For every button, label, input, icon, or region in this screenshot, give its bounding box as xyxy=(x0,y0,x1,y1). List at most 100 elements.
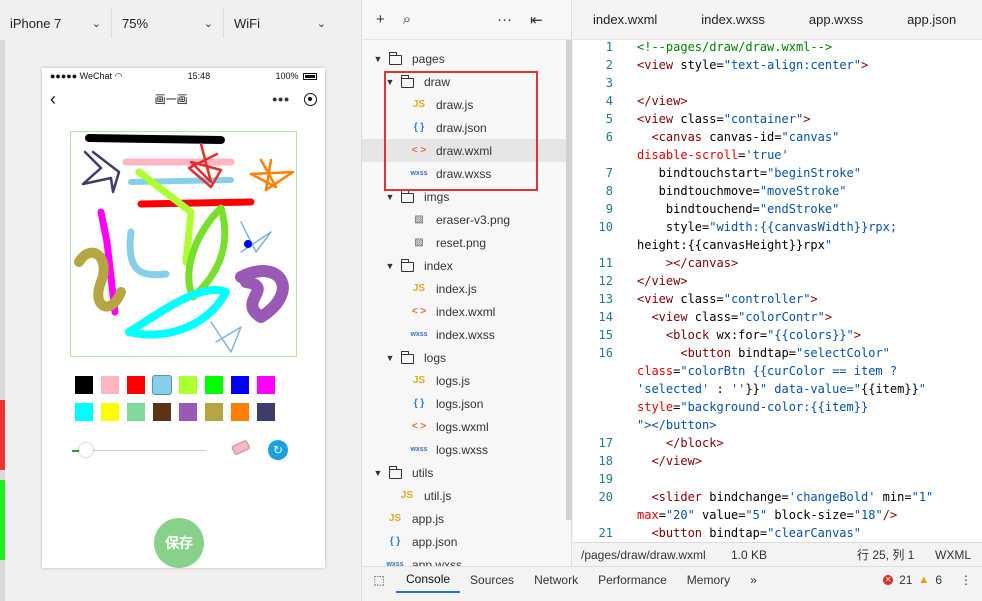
line-number: 18 xyxy=(598,454,613,468)
code-line[interactable]: 6 <canvas canvas-id="canvas" xyxy=(573,128,982,146)
stroke-width-slider-row: ↻ xyxy=(70,440,295,460)
code-line[interactable]: 15 <block wx:for="{{colors}}"> xyxy=(573,326,982,344)
tree-file[interactable]: ▨ reset.png xyxy=(362,231,570,254)
slider-knob[interactable] xyxy=(79,443,93,457)
code-line[interactable]: class="colorBtn {{curColor == item ? xyxy=(573,362,982,380)
code-line[interactable]: 2 <view style="text-align:center"> xyxy=(573,56,982,74)
eraser-icon[interactable] xyxy=(230,440,252,456)
tree-folder[interactable]: ▼ logs xyxy=(362,346,570,369)
chevron-down-icon[interactable]: ▼ xyxy=(384,261,396,271)
code-line[interactable]: 5 <view class="container"> xyxy=(573,110,982,128)
devtools-tab[interactable]: Memory xyxy=(677,567,740,593)
code-line[interactable]: 3 xyxy=(573,74,982,92)
code-line[interactable]: 11 ></canvas> xyxy=(573,254,982,272)
tree-file[interactable]: < > logs.wxml xyxy=(362,415,570,438)
issue-counts[interactable]: ✕ 21 ▲ 6 ⋮ xyxy=(883,573,982,587)
code-line[interactable]: height:{{canvasHeight}}rpx" xyxy=(573,236,982,254)
explorer-scrollbar[interactable] xyxy=(566,40,572,520)
status-cursor-position[interactable]: 行 25, 列 1 xyxy=(857,546,935,563)
tree-file[interactable]: { } logs.json xyxy=(362,392,570,415)
devtools-tab[interactable]: Network xyxy=(524,567,588,593)
code-line[interactable]: 21 <button bindtap="clearCanvas" xyxy=(573,524,982,542)
tree-file[interactable]: JS index.js xyxy=(362,277,570,300)
tree-file[interactable]: wxss index.wxss xyxy=(362,323,570,346)
code-line[interactable]: 7 bindtouchstart="beginStroke" xyxy=(573,164,982,182)
color-swatch[interactable] xyxy=(231,376,249,394)
code-line[interactable]: "></button> xyxy=(573,416,982,434)
device-select[interactable]: iPhone 7 ⌄ xyxy=(0,8,112,38)
search-icon[interactable]: ⌕ xyxy=(403,11,411,28)
tree-folder[interactable]: ▼ pages xyxy=(362,47,570,70)
inspect-element-icon[interactable]: ⬚ xyxy=(362,567,396,593)
back-arrow-icon[interactable]: ‹ xyxy=(50,89,70,110)
more-options-icon[interactable]: ··· xyxy=(497,11,512,28)
color-swatch[interactable] xyxy=(101,376,119,394)
code-line[interactable]: max="20" value="5" block-size="18"/> xyxy=(573,506,982,524)
chevron-down-icon[interactable]: ▼ xyxy=(372,468,384,478)
status-language[interactable]: WXML xyxy=(935,548,971,562)
tree-file[interactable]: { } app.json xyxy=(362,530,570,553)
code-line[interactable]: 9 bindtouchend="endStroke" xyxy=(573,200,982,218)
code-line[interactable]: 20 <slider bindchange='changeBold' min="… xyxy=(573,488,982,506)
code-line[interactable]: 16 <button bindtap="selectColor" xyxy=(573,344,982,362)
editor-tab[interactable]: index.wxss xyxy=(679,0,787,39)
code-line[interactable]: 'selected' : ''}}" data-value="{{item}}" xyxy=(573,380,982,398)
code-line[interactable]: disable-scroll='true' xyxy=(573,146,982,164)
code-line[interactable]: 4 </view> xyxy=(573,92,982,110)
color-swatch[interactable] xyxy=(205,376,223,394)
code-line[interactable]: 12 </view> xyxy=(573,272,982,290)
chevron-down-icon[interactable]: ▼ xyxy=(384,192,396,202)
tree-file[interactable]: < > index.wxml xyxy=(362,300,570,323)
drawing-canvas[interactable] xyxy=(70,131,297,357)
add-file-icon[interactable]: + xyxy=(376,11,385,28)
color-swatch[interactable] xyxy=(153,403,171,421)
zoom-select[interactable]: 75% ⌄ xyxy=(112,8,224,38)
more-tabs-chevron[interactable]: » xyxy=(740,567,767,593)
color-swatch[interactable] xyxy=(127,403,145,421)
tree-file[interactable]: wxss logs.wxss xyxy=(362,438,570,461)
code-line[interactable]: 14 <view class="colorContr"> xyxy=(573,308,982,326)
color-swatch[interactable] xyxy=(152,375,172,395)
tree-file[interactable]: JS logs.js xyxy=(362,369,570,392)
chevron-down-icon[interactable]: ▼ xyxy=(372,54,384,64)
color-swatch[interactable] xyxy=(257,376,275,394)
chevron-down-icon[interactable]: ▼ xyxy=(384,353,396,363)
color-swatch[interactable] xyxy=(75,376,93,394)
code-line[interactable]: 18 </view> xyxy=(573,452,982,470)
editor-tab[interactable]: index.wxml xyxy=(573,0,679,39)
editor-tab[interactable]: app.wxss xyxy=(787,0,885,39)
color-swatch[interactable] xyxy=(101,403,119,421)
code-area[interactable]: 1 <!--pages/draw/draw.wxml--> 2 <view style… xyxy=(573,38,982,542)
devtools-tab[interactable]: Performance xyxy=(588,567,677,593)
status-file-size: 1.0 KB xyxy=(731,547,768,562)
color-swatch[interactable] xyxy=(257,403,275,421)
tree-file[interactable]: ▨ eraser-v3.png xyxy=(362,208,570,231)
network-select[interactable]: WiFi ⌄ xyxy=(224,8,336,38)
color-swatch[interactable] xyxy=(75,403,93,421)
tree-folder[interactable]: ▼ utils xyxy=(362,461,570,484)
code-line[interactable]: 1 <!--pages/draw/draw.wxml--> xyxy=(573,38,982,56)
code-line[interactable]: 17 </block> xyxy=(573,434,982,452)
devtools-tab[interactable]: Console xyxy=(396,567,461,593)
color-swatch[interactable] xyxy=(179,403,197,421)
tree-file[interactable]: JS util.js xyxy=(362,484,570,507)
code-line[interactable]: 8 bindtouchmove="moveStroke" xyxy=(573,182,982,200)
save-button[interactable]: 保存 xyxy=(154,518,204,568)
color-swatch[interactable] xyxy=(231,403,249,421)
close-miniprogram-icon[interactable] xyxy=(304,92,317,106)
color-swatch[interactable] xyxy=(205,403,223,421)
color-swatch[interactable] xyxy=(127,376,145,394)
code-line[interactable]: 13 <view class="controller"> xyxy=(573,290,982,308)
code-line[interactable]: 10 style="width:{{canvasWidth}}rpx; xyxy=(573,218,982,236)
tree-file[interactable]: JS app.js xyxy=(362,507,570,530)
split-panel-icon[interactable]: ⇤ xyxy=(530,11,543,29)
code-line[interactable]: style="background-color:{{item}} xyxy=(573,398,982,416)
tree-folder[interactable]: ▼ index xyxy=(362,254,570,277)
devtools-tab[interactable]: Sources xyxy=(460,567,524,593)
kebab-menu-icon[interactable]: ⋮ xyxy=(960,573,972,587)
more-dots-icon[interactable]: ••• xyxy=(272,91,290,107)
reset-icon[interactable]: ↻ xyxy=(268,440,288,460)
color-swatch[interactable] xyxy=(179,376,197,394)
editor-tab[interactable]: app.json xyxy=(885,0,978,39)
code-line[interactable]: 19 xyxy=(573,470,982,488)
